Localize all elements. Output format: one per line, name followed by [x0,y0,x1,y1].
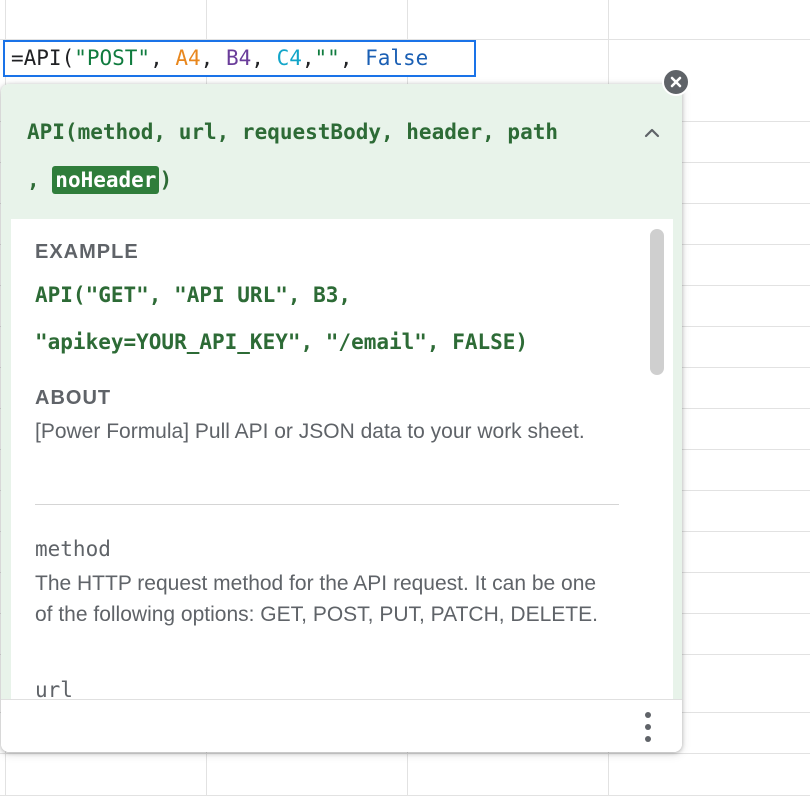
about-heading: ABOUT [35,387,112,409]
formula-empty-arg: "" [314,46,340,70]
example-code-line: "apikey=YOUR_API_KEY", "/email", FALSE) [35,330,529,354]
about-text: [Power Formula] Pull API or JSON data to… [35,420,585,443]
formula-help-popup: API(method, url, requestBody, header, pa… [1,84,682,752]
signature-line: API(method, url, requestBody, header, pa… [27,120,559,144]
more-vert-icon[interactable] [637,710,659,744]
param-desc-method: The HTTP request method for the API requ… [35,572,598,626]
function-signature[interactable]: API(method, url, requestBody, header, pa… [1,84,682,219]
formula-separator: , [251,46,277,70]
cell-formula-editor[interactable]: =API("POST", A4, B4, C4,"", False [3,40,476,77]
formula-prefix: =API( [11,46,75,70]
signature-line: , noHeader) [27,166,173,194]
active-parameter-highlight: noHeader [52,166,160,194]
formula-separator: , [150,46,176,70]
close-icon[interactable] [662,68,690,96]
example-heading: EXAMPLE [35,241,139,263]
formula-method-arg: "POST" [74,46,151,70]
param-name-url: url [35,678,73,699]
divider [35,504,619,505]
formula-separator: , [301,46,315,70]
chevron-up-icon[interactable] [641,122,663,144]
formula-ref-a4[interactable]: A4 [175,46,200,70]
param-name-method: method [35,537,111,561]
help-body: EXAMPLE API("GET", "API URL", B3, "apike… [1,219,682,699]
formula-separator: , [339,46,366,70]
scrollbar-thumb[interactable] [650,229,664,375]
signature-close-paren: ) [159,168,173,192]
formula-ref-c4[interactable]: C4 [277,46,302,70]
help-content-scroll-area[interactable]: EXAMPLE API("GET", "API URL", B3, "apike… [11,219,673,699]
formula-bool-arg: False [365,46,429,70]
grid-row-line [0,753,810,754]
popup-footer [1,699,682,752]
example-code-line: API("GET", "API URL", B3, [35,283,352,307]
formula-separator: , [200,46,226,70]
signature-separator: , [27,168,53,192]
formula-ref-b4[interactable]: B4 [226,46,251,70]
